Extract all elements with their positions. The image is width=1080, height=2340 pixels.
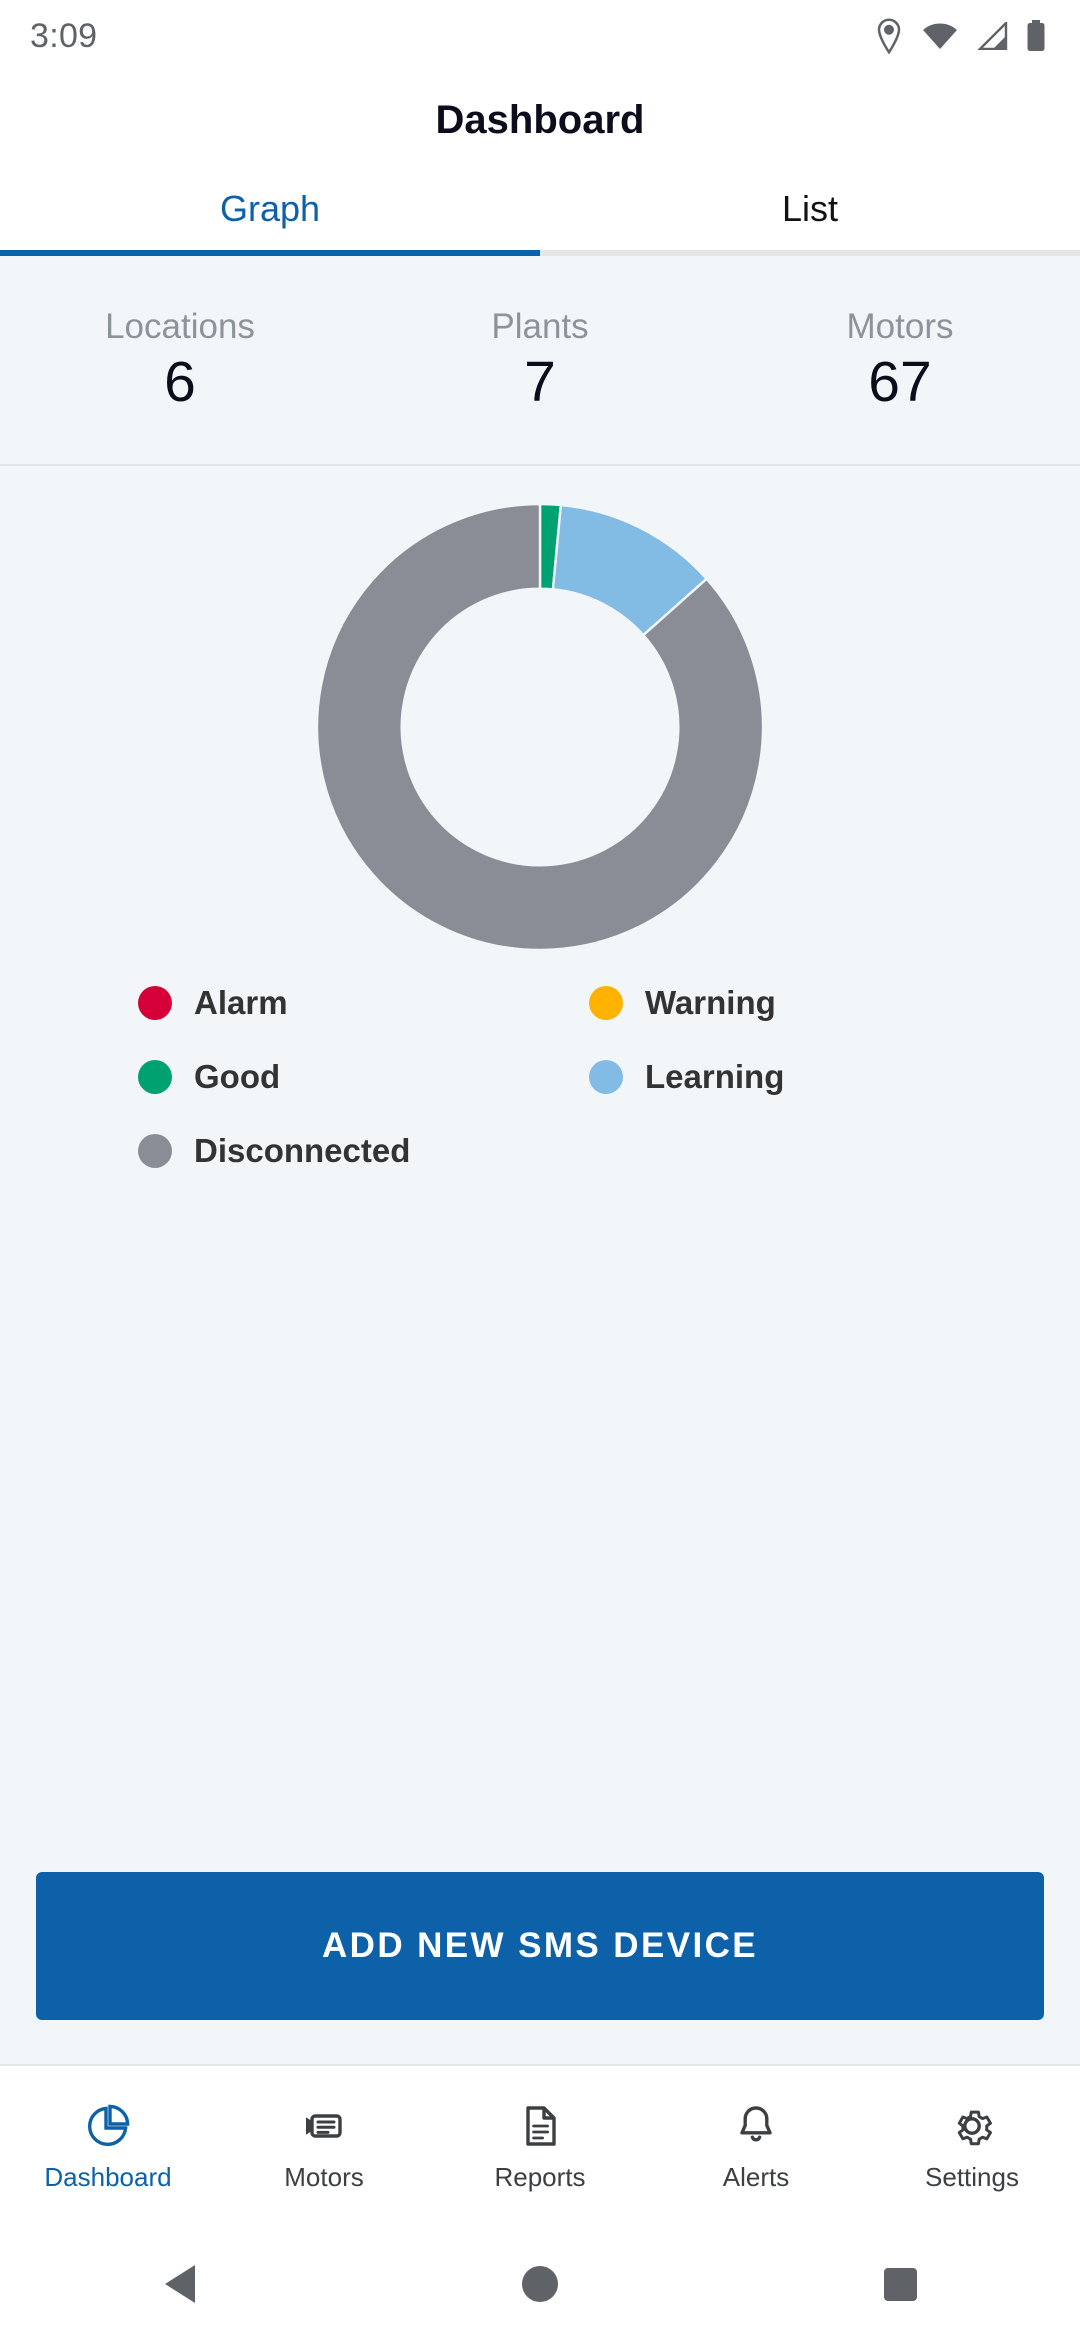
stat-motors-value: 67 xyxy=(868,350,932,415)
legend-dot-disconnected xyxy=(138,1134,172,1168)
document-icon xyxy=(516,2102,564,2150)
nav-item-settings[interactable]: Settings xyxy=(864,2102,1080,2193)
tab-list[interactable]: List xyxy=(540,168,1080,250)
legend-item-disconnected[interactable]: Disconnected xyxy=(138,1132,410,1170)
nav-item-alerts-label: Alerts xyxy=(722,2161,790,2192)
tab-graph[interactable]: Graph xyxy=(0,168,540,250)
stat-locations[interactable]: Locations 6 xyxy=(0,256,360,464)
add-new-sms-device-button[interactable]: ADD NEW SMS DEVICE xyxy=(36,1872,1044,2020)
dashboard-content: Locations 6 Plants 7 Motors 67 Alarm War… xyxy=(0,256,1080,2064)
legend-label-disconnected: Disconnected xyxy=(194,1132,411,1169)
legend-label-learning: Learning xyxy=(645,1058,785,1095)
battery-icon xyxy=(1026,20,1046,52)
phone-screen: 3:09 Dashboard Graph List Locations 6 Pl… xyxy=(0,0,1080,2340)
stat-plants-value: 7 xyxy=(524,350,556,415)
nav-item-dashboard[interactable]: Dashboard xyxy=(0,2102,216,2193)
stat-plants[interactable]: Plants 7 xyxy=(360,256,720,464)
legend-item-learning[interactable]: Learning xyxy=(589,1058,784,1096)
nav-item-reports[interactable]: Reports xyxy=(432,2102,648,2193)
nav-item-alerts[interactable]: Alerts xyxy=(648,2102,864,2193)
legend-item-alarm[interactable]: Alarm xyxy=(138,984,288,1022)
status-bar-icons xyxy=(874,18,1046,54)
bottom-navigation-bar: Dashboard Motors Reports Alerts Settings xyxy=(0,2064,1080,2228)
legend-item-warning[interactable]: Warning xyxy=(589,984,776,1022)
chart-legend: Alarm Warning Good Learning Disconnected xyxy=(0,966,1080,1170)
nav-item-motors[interactable]: Motors xyxy=(216,2102,432,2193)
legend-dot-learning xyxy=(589,1060,623,1094)
legend-label-warning: Warning xyxy=(645,984,776,1021)
app-bar: Dashboard xyxy=(0,72,1080,168)
nav-item-reports-label: Reports xyxy=(494,2161,586,2192)
stat-motors-label: Motors xyxy=(846,307,954,347)
motor-icon xyxy=(300,2102,348,2150)
cta-container: ADD NEW SMS DEVICE xyxy=(0,1170,1080,2064)
status-donut-chart-container xyxy=(0,466,1080,966)
recents-square-icon xyxy=(883,2267,917,2301)
legend-label-good: Good xyxy=(194,1058,281,1095)
page-title: Dashboard xyxy=(435,97,645,142)
nav-item-settings-label: Settings xyxy=(925,2161,1019,2192)
stat-locations-label: Locations xyxy=(105,307,255,347)
tab-list-label: List xyxy=(781,188,839,229)
nav-item-dashboard-label: Dashboard xyxy=(44,2161,172,2192)
stat-plants-label: Plants xyxy=(491,307,589,347)
status-donut-chart[interactable] xyxy=(317,504,763,950)
system-recents-button[interactable] xyxy=(820,2228,980,2340)
stats-row: Locations 6 Plants 7 Motors 67 xyxy=(0,256,1080,466)
status-bar-clock: 3:09 xyxy=(30,16,98,55)
tab-bar: Graph List xyxy=(0,168,1080,250)
status-bar: 3:09 xyxy=(0,0,1080,72)
system-home-button[interactable] xyxy=(460,2228,620,2340)
legend-label-alarm: Alarm xyxy=(194,984,288,1021)
stat-locations-value: 6 xyxy=(164,350,196,415)
nav-item-motors-label: Motors xyxy=(284,2161,364,2192)
gear-icon xyxy=(948,2102,996,2150)
location-pin-icon xyxy=(874,18,904,54)
bell-icon xyxy=(732,2102,780,2150)
system-back-button[interactable] xyxy=(100,2228,260,2340)
stat-motors[interactable]: Motors 67 xyxy=(720,256,1080,464)
cellular-signal-icon xyxy=(976,22,1008,50)
android-system-nav xyxy=(0,2228,1080,2340)
legend-dot-warning xyxy=(589,986,623,1020)
legend-dot-good xyxy=(138,1060,172,1094)
home-circle-icon xyxy=(522,2266,558,2302)
back-triangle-icon xyxy=(165,2265,195,2303)
legend-item-good[interactable]: Good xyxy=(138,1058,280,1096)
wifi-icon xyxy=(922,22,958,50)
pie-chart-icon xyxy=(84,2102,132,2150)
legend-dot-alarm xyxy=(138,986,172,1020)
tab-graph-label: Graph xyxy=(219,188,321,229)
